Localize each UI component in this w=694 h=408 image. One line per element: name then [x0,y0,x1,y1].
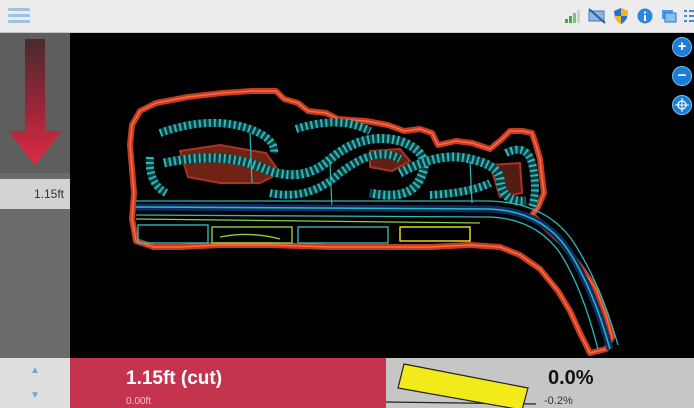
cut-value: 1.15ft (cut) [126,368,223,389]
slope-readout[interactable]: 0.0% -0.2% [386,358,694,408]
step-up-button[interactable]: ▲ [0,358,70,383]
design-slope-value: -0.2% [544,395,573,407]
status-icons [564,5,694,27]
top-status-bar [0,0,694,33]
step-down-button[interactable]: ▼ [0,383,70,408]
blade-slope-graphic [386,363,537,408]
hamburger-menu-icon[interactable] [8,8,30,24]
site-plan-drawing [127,88,619,356]
no-radio-link-icon[interactable] [588,7,606,25]
offset-value: 0.00ft [126,396,152,407]
cut-fill-indicator-panel: 1.15ft [0,33,70,358]
design-depth-label: 1.15ft [0,179,70,209]
list-icon[interactable] [684,7,694,25]
signal-strength-icon[interactable] [564,7,582,25]
cross-slope-value: 0.0% [548,367,594,389]
bottom-readout-bar: ▲ ▼ 1.15ft (cut) 0.00ft 0.0% -0.2% [0,358,694,408]
cut-fill-readout[interactable]: 1.15ft (cut) 0.00ft [70,358,386,408]
zoom-out-button[interactable]: − [672,66,692,86]
sync-icon[interactable] [660,7,678,25]
lower-pads [137,224,471,244]
down-arrow-icon [8,39,62,165]
cut-arrow-well [0,33,70,173]
info-icon[interactable] [636,7,654,25]
shield-icon[interactable] [612,7,630,25]
zoom-extents-icon[interactable] [672,95,692,115]
plan-view-map[interactable]: + − [70,33,694,358]
zoom-in-button[interactable]: + [672,37,692,57]
offset-stepper: ▲ ▼ [0,358,70,408]
